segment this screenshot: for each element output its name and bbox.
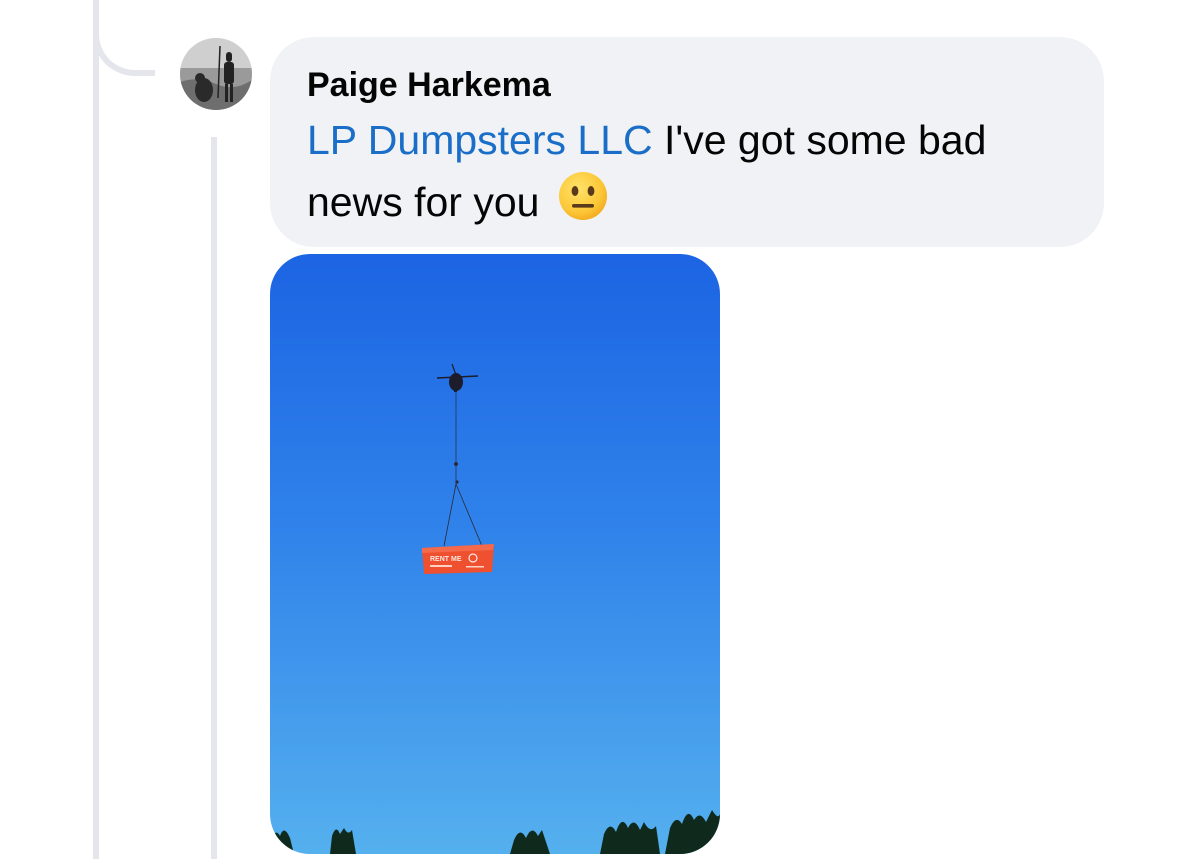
helicopter-dumpster-photo: RENT ME: [270, 254, 720, 854]
neutral-face-emoji-icon: [557, 170, 609, 238]
thread-connector: [93, 0, 155, 76]
mention-link[interactable]: LP Dumpsters LLC: [307, 117, 653, 163]
avatar[interactable]: [180, 38, 252, 110]
thread-line: [93, 0, 99, 859]
dumpster-label: RENT ME: [430, 556, 462, 563]
comment-body: LP Dumpsters LLC I've got some bad news …: [307, 110, 1068, 238]
comment-author[interactable]: Paige Harkema: [307, 63, 1068, 107]
reply-thread-line: [211, 137, 217, 859]
avatar-photo: [180, 38, 252, 110]
dumpster: RENT ME: [422, 544, 494, 574]
comment-bubble: Paige Harkema LP Dumpsters LLC I've got …: [270, 37, 1104, 247]
attached-photo[interactable]: RENT ME: [270, 254, 720, 854]
